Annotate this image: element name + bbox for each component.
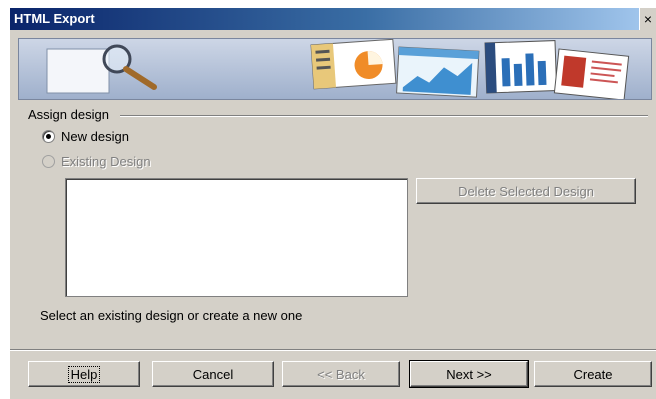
cancel-button[interactable]: Cancel bbox=[152, 361, 274, 387]
help-label: Help bbox=[67, 365, 101, 383]
back-button: << Back bbox=[282, 361, 400, 387]
next-button[interactable]: Next >> bbox=[409, 360, 529, 388]
delete-selected-design-label: Delete Selected Design bbox=[458, 183, 594, 199]
dialog-title: HTML Export bbox=[14, 11, 95, 26]
create-label: Create bbox=[573, 366, 613, 382]
banner-illustration bbox=[46, 39, 630, 99]
new-design-option[interactable]: New design bbox=[42, 129, 129, 144]
hint-text: Select an existing design or create a ne… bbox=[40, 308, 303, 323]
help-button[interactable]: Help bbox=[28, 361, 140, 387]
new-design-radio[interactable] bbox=[42, 130, 55, 143]
assign-design-heading: Assign design bbox=[28, 107, 109, 122]
design-list[interactable] bbox=[65, 178, 408, 297]
close-icon[interactable]: × bbox=[639, 8, 656, 30]
back-label: << Back bbox=[317, 366, 365, 382]
group-divider bbox=[120, 115, 648, 117]
create-button[interactable]: Create bbox=[534, 361, 652, 387]
footer-separator bbox=[10, 349, 656, 351]
html-export-dialog: HTML Export × Assign design New design E… bbox=[10, 8, 656, 399]
presentation-thumbnails-icon bbox=[310, 39, 630, 99]
existing-design-option: Existing Design bbox=[42, 154, 151, 169]
cancel-label: Cancel bbox=[192, 366, 234, 382]
existing-design-radio bbox=[42, 155, 55, 168]
magnifier-icon bbox=[46, 44, 157, 94]
wizard-banner bbox=[18, 38, 652, 100]
title-bar[interactable]: HTML Export × bbox=[10, 8, 656, 30]
existing-design-label: Existing Design bbox=[61, 154, 151, 169]
delete-selected-design-button: Delete Selected Design bbox=[416, 178, 636, 204]
next-label: Next >> bbox=[446, 366, 492, 382]
new-design-label: New design bbox=[61, 129, 129, 144]
